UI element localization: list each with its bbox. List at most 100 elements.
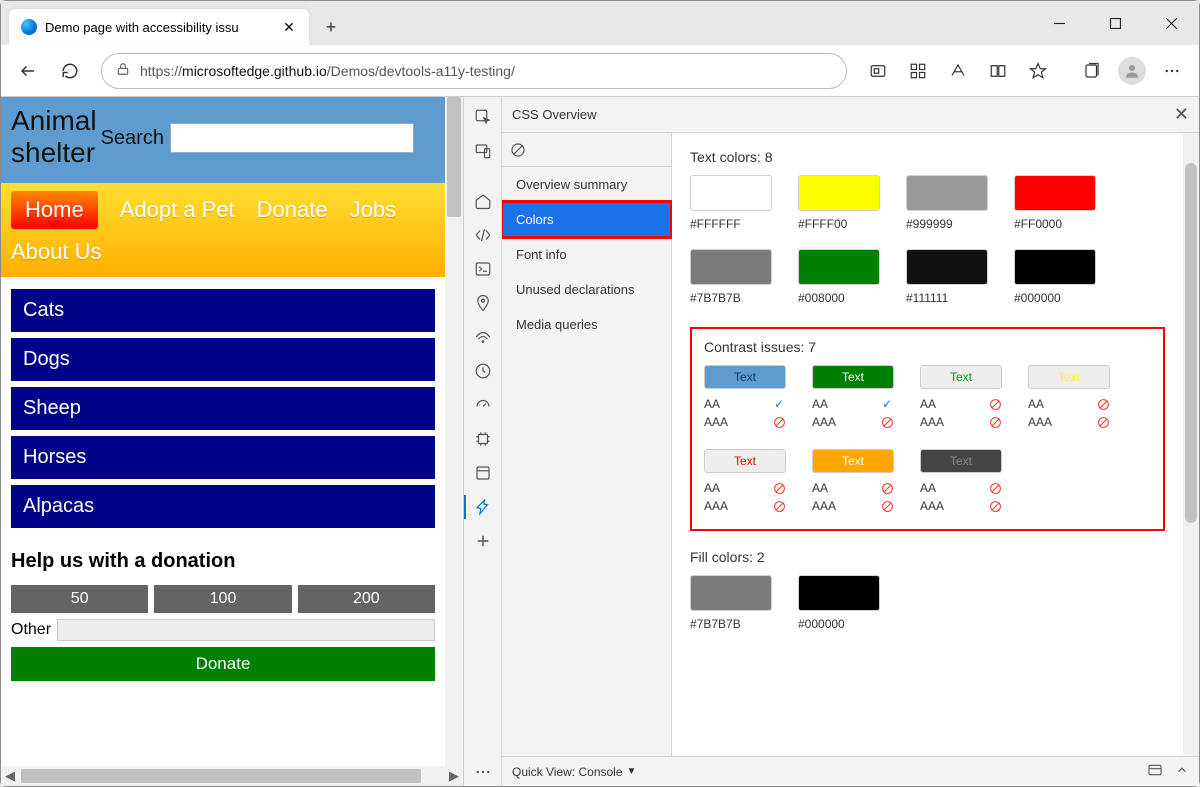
close-tab-icon[interactable]: ✕: [281, 19, 297, 35]
fail-icon: [1096, 397, 1110, 411]
nav-adopt[interactable]: Adopt a Pet: [120, 197, 235, 223]
page-header: Animalshelter Search: [1, 97, 445, 183]
css-overview-icon[interactable]: [469, 493, 497, 521]
more-icon[interactable]: [1153, 52, 1191, 90]
page-horizontal-scrollbar[interactable]: ◀▶: [1, 766, 463, 786]
drawer-toggle-icon[interactable]: [1147, 762, 1163, 781]
read-aloud-icon[interactable]: [939, 52, 977, 90]
list-item[interactable]: Sheep: [11, 387, 435, 430]
donation-amount[interactable]: 200: [298, 585, 435, 613]
console-tab[interactable]: Console: [578, 765, 622, 779]
swatch-box: [690, 175, 772, 211]
reading-icon[interactable]: [979, 52, 1017, 90]
elements-icon[interactable]: [469, 221, 497, 249]
clear-overview-icon[interactable]: [502, 133, 671, 167]
contrast-item[interactable]: TextAAAAA: [920, 365, 1002, 431]
contrast-item[interactable]: TextAAAAA: [920, 449, 1002, 515]
contrast-item[interactable]: TextAA✓AAA: [704, 365, 786, 431]
nav-donate[interactable]: Donate: [257, 197, 328, 223]
apps-icon[interactable]: [899, 52, 937, 90]
collections-icon[interactable]: [1073, 52, 1111, 90]
other-label: Other: [11, 621, 51, 639]
back-button[interactable]: [9, 52, 47, 90]
nav-jobs[interactable]: Jobs: [350, 197, 396, 223]
browser-tab[interactable]: Demo page with accessibility issu ✕: [9, 9, 309, 45]
close-icon[interactable]: ✕: [1174, 104, 1189, 125]
donate-button[interactable]: Donate: [11, 647, 435, 681]
list-item[interactable]: Alpacas: [11, 485, 435, 528]
webpage-viewport: Animalshelter Search Home Adopt a Pet Do…: [1, 97, 463, 786]
other-input[interactable]: [57, 619, 435, 641]
network-icon[interactable]: [469, 323, 497, 351]
screenshot-icon[interactable]: [859, 52, 897, 90]
lock-icon: [116, 62, 130, 79]
color-swatch[interactable]: #7B7B7B: [690, 575, 772, 631]
color-swatch[interactable]: #000000: [1014, 249, 1096, 305]
contrast-chip: Text: [704, 449, 786, 473]
new-tab-button[interactable]: +: [315, 9, 347, 45]
favorites-icon[interactable]: [1019, 52, 1057, 90]
sources-icon[interactable]: [469, 289, 497, 317]
device-icon[interactable]: [469, 137, 497, 165]
profile-button[interactable]: [1113, 52, 1151, 90]
sidebar-item-overview[interactable]: Overview summary: [502, 167, 671, 202]
page-vertical-scrollbar[interactable]: [445, 97, 463, 766]
swatch-label: #111111: [906, 291, 948, 305]
fail-icon: [988, 481, 1002, 495]
contrast-chip: Text: [704, 365, 786, 389]
performance-icon[interactable]: [469, 391, 497, 419]
search-input[interactable]: [170, 123, 414, 153]
donation-amount[interactable]: 100: [154, 585, 291, 613]
nav-home[interactable]: Home: [11, 191, 98, 229]
window-titlebar: Demo page with accessibility issu ✕ +: [1, 1, 1199, 45]
maximize-button[interactable]: [1087, 1, 1143, 45]
color-swatch[interactable]: #7B7B7B: [690, 249, 772, 305]
browser-toolbar: https://microsoftedge.github.io/Demos/de…: [1, 45, 1199, 97]
lighthouse-icon[interactable]: [469, 357, 497, 385]
swatch-label: #000000: [1014, 291, 1061, 305]
chevron-up-icon[interactable]: [1175, 763, 1189, 780]
sidebar-item-media[interactable]: Media queries: [502, 307, 671, 342]
sidebar-item-fontinfo[interactable]: Font info: [502, 237, 671, 272]
add-panel-icon[interactable]: [469, 527, 497, 555]
color-swatch[interactable]: #111111: [906, 249, 988, 305]
close-window-button[interactable]: [1143, 1, 1199, 45]
color-swatch[interactable]: #FFFF00: [798, 175, 880, 231]
color-swatch[interactable]: #000000: [798, 575, 880, 631]
fail-icon: [988, 397, 1002, 411]
contrast-item[interactable]: TextAA✓AAA: [812, 365, 894, 431]
color-swatch[interactable]: #FFFFFF: [690, 175, 772, 231]
address-bar[interactable]: https://microsoftedge.github.io/Demos/de…: [101, 53, 847, 89]
list-item[interactable]: Cats: [11, 289, 435, 332]
memory-icon[interactable]: [469, 425, 497, 453]
sidebar-item-unused[interactable]: Unused declarations: [502, 272, 671, 307]
sidebar-item-colors[interactable]: Colors: [502, 202, 671, 237]
list-item[interactable]: Dogs: [11, 338, 435, 381]
more-tools-icon[interactable]: [469, 758, 497, 786]
application-icon[interactable]: [469, 459, 497, 487]
fail-icon: [988, 415, 1002, 429]
contrast-item[interactable]: TextAAAAA: [704, 449, 786, 515]
fail-icon: [880, 415, 894, 429]
css-overview-sidebar: Overview summary Colors Font info Unused…: [502, 133, 672, 756]
devtools-activity-bar: [464, 97, 502, 786]
donation-amount[interactable]: 50: [11, 585, 148, 613]
fail-icon: [988, 499, 1002, 513]
chevron-down-icon[interactable]: ▼: [627, 766, 637, 777]
welcome-icon[interactable]: [469, 187, 497, 215]
devtools-scrollbar[interactable]: [1183, 133, 1199, 756]
list-item[interactable]: Horses: [11, 436, 435, 479]
color-swatch[interactable]: #008000: [798, 249, 880, 305]
contrast-item[interactable]: TextAAAAA: [812, 449, 894, 515]
console-icon[interactable]: [469, 255, 497, 283]
animals-list: Cats Dogs Sheep Horses Alpacas: [1, 277, 445, 546]
contrast-chip: Text: [920, 449, 1002, 473]
minimize-button[interactable]: [1031, 1, 1087, 45]
color-swatch[interactable]: #FF0000: [1014, 175, 1096, 231]
contrast-item[interactable]: TextAAAAA: [1028, 365, 1110, 431]
color-swatch[interactable]: #999999: [906, 175, 988, 231]
swatch-box: [798, 575, 880, 611]
nav-about[interactable]: About Us: [11, 239, 102, 265]
inspect-icon[interactable]: [469, 103, 497, 131]
refresh-button[interactable]: [51, 52, 89, 90]
